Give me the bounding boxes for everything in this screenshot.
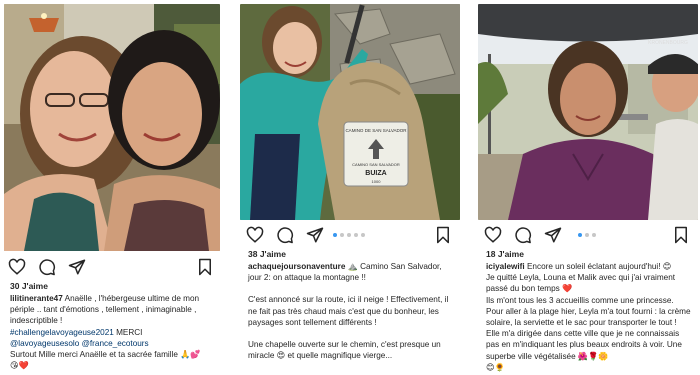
username[interactable]: iciyalewifi (486, 262, 525, 271)
carousel-dots (333, 233, 365, 237)
plaque-text: BUIZA (365, 170, 386, 177)
plaque-text: CAMINO DE SAN SALVADOR (345, 128, 407, 133)
post-photo-3[interactable]: KRONENBOURG (478, 4, 698, 220)
carousel-dot (361, 233, 365, 237)
heart-icon[interactable] (246, 226, 264, 244)
carousel-dots (578, 233, 596, 237)
comment-icon[interactable] (276, 226, 294, 244)
carousel-dot (578, 233, 582, 237)
send-icon[interactable] (544, 226, 562, 244)
post-actions-1 (8, 258, 214, 276)
carousel-dot (585, 233, 589, 237)
caption-text: Pour aller à la plage hier, Leyla m'a to… (486, 306, 691, 361)
caption-emoji: 😘❤️ (10, 361, 29, 371)
comment-icon[interactable] (38, 258, 56, 276)
username[interactable]: lilitinerante47 (10, 294, 63, 303)
like-count[interactable]: 38 J'aime (248, 249, 286, 259)
post-caption-3: iciyalewifi Encore un soleil éclatant au… (486, 261, 692, 373)
post-actions-2 (246, 226, 452, 244)
bookmark-icon[interactable] (434, 226, 452, 244)
bookmark-icon[interactable] (196, 258, 214, 276)
hiker-with-stone-marker-image: CAMINO DE SAN SALVADOR CAMINO SAN SALVAD… (240, 4, 460, 220)
post-photo-1[interactable] (4, 4, 220, 251)
like-count[interactable]: 18 J'aime (486, 249, 524, 259)
caption-emoji: 😊🌻 (486, 362, 505, 372)
heart-icon[interactable] (8, 258, 26, 276)
send-icon[interactable] (306, 226, 324, 244)
post-card-3: KRONENBOURG 18 J'aime iciyalewifi Encore… (476, 0, 700, 375)
hashtag-link[interactable]: #challengelavoyageuse2021 (10, 328, 114, 337)
bookmark-icon[interactable] (672, 226, 690, 244)
username[interactable]: achaquejoursonaventure (248, 262, 345, 271)
post-photo-2[interactable]: CAMINO DE SAN SALVADOR CAMINO SAN SALVAD… (240, 4, 460, 220)
caption-text: Encore un soleil éclatant aujourd'hui! 😊 (524, 262, 672, 271)
carousel-dot (354, 233, 358, 237)
umbrella-text: KRONENBOURG (648, 40, 688, 46)
carousel-dot (340, 233, 344, 237)
carousel-dot (333, 233, 337, 237)
mention-link[interactable]: @france_ecotours (82, 339, 149, 348)
caption-text: Je quitté Leyla, Louna et Malik avec qui… (486, 273, 676, 294)
caption-text: Surtout Mille merci Anaëlle et ta sacrée… (10, 350, 201, 360)
carousel-dot (347, 233, 351, 237)
caption-text: MERCI (113, 327, 143, 337)
selfie-two-women-image (4, 4, 220, 251)
caption-text: Ils m'ont tous les 3 accueillis comme un… (486, 295, 674, 305)
post-caption-1: lilitinerante47 Anaëlle , l'hébergeuse u… (10, 293, 216, 371)
send-icon[interactable] (68, 258, 86, 276)
caption-text: C'est annoncé sur la route, ici il neige… (248, 295, 449, 327)
plaque-text: CAMINO SAN SALVADOR (352, 162, 400, 167)
carousel-dot (592, 233, 596, 237)
post-actions-3 (484, 226, 690, 244)
post-card-1: 30 J'aime lilitinerante47 Anaëlle , l'hé… (0, 0, 224, 375)
post-caption-2: achaquejoursonaventure ⛰️ Camino San Sal… (248, 261, 454, 361)
comment-icon[interactable] (514, 226, 532, 244)
like-count[interactable]: 30 J'aime (10, 281, 48, 291)
mention-link[interactable]: @lavoyageusesolo (10, 339, 79, 348)
plaque-text: 1000 (372, 179, 382, 184)
heart-icon[interactable] (484, 226, 502, 244)
cafe-terrace-selfie-image: KRONENBOURG (478, 4, 698, 220)
post-card-2: CAMINO DE SAN SALVADOR CAMINO SAN SALVAD… (238, 0, 462, 375)
caption-text: Une chapelle ouverte sur le chemin, c'es… (248, 340, 441, 361)
